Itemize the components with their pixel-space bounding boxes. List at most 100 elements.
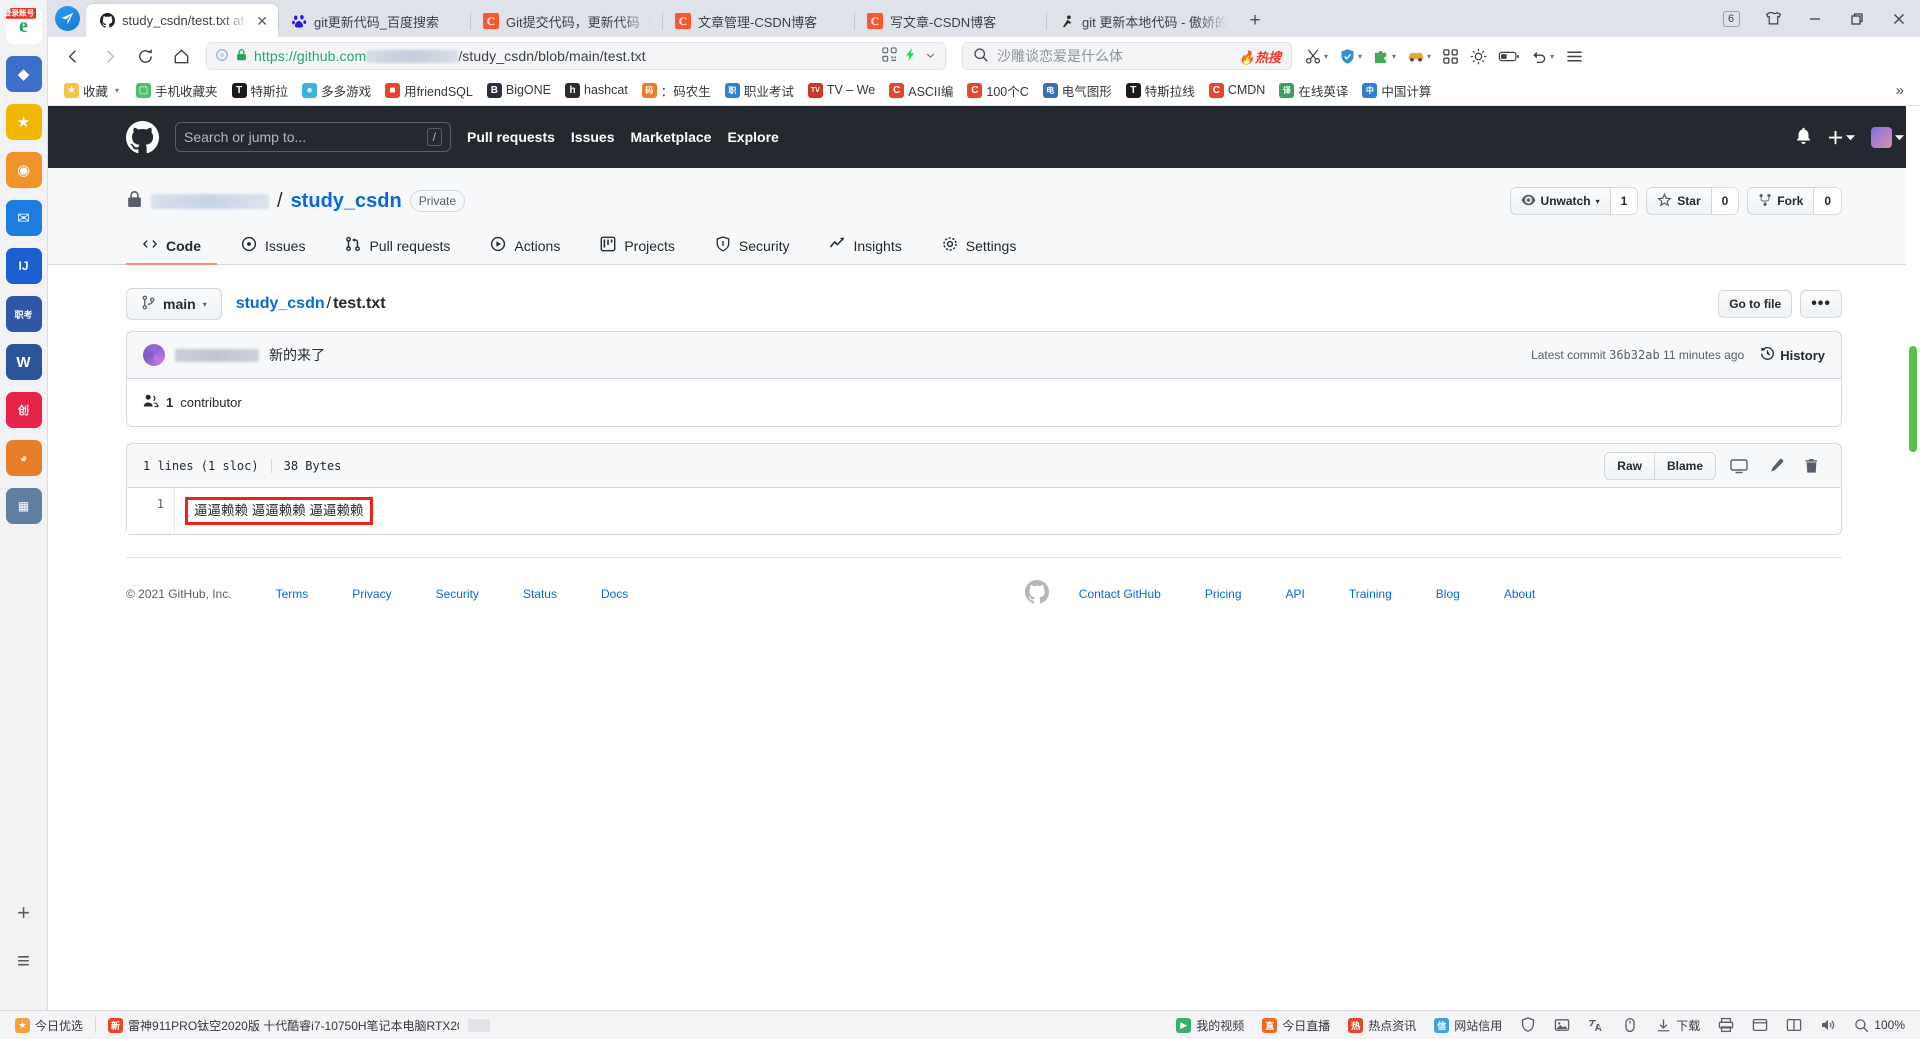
taskbar-mouse-gesture[interactable] (1613, 1017, 1647, 1033)
dock-item-mail[interactable]: ✉ (5, 200, 42, 236)
bell-icon[interactable] (1795, 127, 1812, 147)
dock-item-word[interactable]: W (5, 344, 42, 380)
bookmark-item-14[interactable]: C CMDN (1203, 80, 1272, 101)
close-icon[interactable]: ✕ (256, 14, 268, 28)
browser-logo[interactable] (48, 0, 86, 37)
taskbar-shield[interactable] (1511, 1017, 1545, 1033)
nav-issues[interactable]: Issues (571, 129, 615, 145)
taskbar-zoom-level[interactable]: 100% (1845, 1018, 1914, 1033)
history-link[interactable]: History (1760, 346, 1825, 364)
footer-link-api[interactable]: API (1286, 587, 1305, 601)
browser-tab-1[interactable]: git更新代码_百度搜索 (278, 5, 470, 37)
menu-icon[interactable] (1560, 41, 1589, 71)
bookmark-item-6[interactable]: h hashcat (559, 80, 634, 101)
dock-item-intellij[interactable]: IJ (5, 248, 42, 284)
raw-button[interactable]: Raw (1605, 453, 1654, 479)
footer-link-security[interactable]: Security (436, 587, 479, 601)
tab-issues[interactable]: Issues (225, 228, 321, 265)
footer-link-contact[interactable]: Contact GitHub (1079, 587, 1161, 601)
tab-projects[interactable]: Projects (584, 228, 691, 265)
browser-tab-3[interactable]: C 文章管理-CSDN博客 (662, 5, 854, 37)
delete-trash-icon[interactable] (1798, 456, 1825, 476)
taskbar-translate[interactable] (1579, 1017, 1613, 1033)
fork-count[interactable]: 0 (1814, 187, 1842, 215)
reload-button[interactable] (128, 41, 162, 71)
scrollbar-thumb[interactable] (1909, 346, 1917, 452)
tab-pull-requests[interactable]: Pull requests (329, 228, 466, 265)
commit-message[interactable]: 新的来了 (269, 345, 325, 365)
taskbar-today-picks[interactable]: ★ 今日优选 (6, 1017, 92, 1034)
taskbar-hot-news[interactable]: 热 热点资讯 (1339, 1017, 1425, 1034)
commit-sha[interactable]: 36b32ab (1609, 348, 1660, 362)
tab-insights[interactable]: Insights (813, 228, 917, 265)
bookmark-item-16[interactable]: 中 中国计算 (1356, 78, 1437, 103)
search-input[interactable]: 沙雕谈恋爱是什么体 (997, 46, 1231, 66)
nav-marketplace[interactable]: Marketplace (631, 129, 712, 145)
dock-item-xiaohongshu[interactable]: 创 (5, 392, 42, 428)
unwatch-button[interactable]: Unwatch ▾ (1509, 187, 1611, 215)
dock-item-app-icon[interactable]: ◆ (5, 56, 42, 92)
qr-icon[interactable] (882, 47, 897, 65)
edit-pencil-icon[interactable] (1762, 456, 1790, 476)
bookmark-item-10[interactable]: C ASCII编 (883, 78, 959, 103)
footer-link-terms[interactable]: Terms (276, 587, 309, 601)
avatar[interactable] (143, 344, 165, 366)
star-count[interactable]: 0 (1711, 187, 1740, 215)
plus-icon[interactable] (1828, 130, 1855, 145)
forward-button[interactable] (92, 41, 126, 71)
go-to-file-button[interactable]: Go to file (1718, 290, 1793, 318)
dock-item-favorites[interactable]: ★ (5, 104, 42, 140)
dock-item-edge-icon[interactable]: e 登录账号 (5, 8, 42, 44)
footer-link-blog[interactable]: Blog (1436, 587, 1460, 601)
page-info-icon[interactable] (215, 48, 229, 65)
github-logo-icon[interactable] (126, 120, 159, 154)
bookmark-item-4[interactable]: ■ 用friendSQL (379, 78, 479, 103)
tab-count-badge[interactable]: 6 (1710, 0, 1752, 37)
blame-button[interactable]: Blame (1653, 452, 1715, 479)
fork-button[interactable]: Fork (1747, 187, 1815, 215)
shield-icon[interactable]: ▾ (1334, 41, 1367, 71)
taskbar-download[interactable]: 下载 (1647, 1017, 1709, 1034)
star-button[interactable]: Star (1646, 187, 1712, 215)
skin-icon[interactable] (1752, 0, 1794, 37)
home-button[interactable] (164, 41, 198, 71)
battery-icon[interactable] (1493, 41, 1525, 71)
footer-link-pricing[interactable]: Pricing (1205, 587, 1242, 601)
footer-link-status[interactable]: Status (523, 587, 557, 601)
tab-code[interactable]: Code (126, 228, 217, 265)
browser-tab-5[interactable]: git 更新本地代码 - 傲娇的 (1046, 5, 1238, 37)
minimize-button[interactable] (1794, 0, 1836, 37)
bookmark-item-15[interactable]: 译 在线英译 (1273, 78, 1354, 103)
dock-list-button[interactable]: ≡ (6, 943, 42, 979)
back-button[interactable] (56, 41, 90, 71)
undo-icon[interactable]: ▾ (1526, 41, 1559, 71)
taskbar-news-ticker[interactable]: 新 雷神911PRO钛空2020版 十代酷睿i7-10750H笔记本电脑RTX2… (99, 1017, 459, 1034)
bookmark-item-9[interactable]: TV TV – We (802, 80, 881, 101)
bookmark-item-2[interactable]: T 特斯拉 (226, 78, 295, 103)
open-in-desktop-icon[interactable] (1724, 456, 1754, 476)
nav-explore[interactable]: Explore (727, 129, 778, 145)
bookmark-item-13[interactable]: T 特斯拉线 (1120, 78, 1201, 103)
chevron-down-icon[interactable] (924, 49, 937, 64)
car-icon[interactable]: ▾ (1402, 41, 1436, 71)
apps-grid-icon[interactable] (1437, 41, 1464, 71)
dock-item-game[interactable]: ◕ (5, 440, 42, 476)
watch-count[interactable]: 1 (1610, 187, 1639, 215)
dock-item-exam[interactable]: 职考 (5, 296, 42, 332)
taskbar-split-view[interactable] (1777, 1017, 1811, 1033)
repository-name[interactable]: study_csdn (291, 190, 402, 213)
dock-item-photo[interactable]: ▦ (5, 488, 42, 524)
footer-link-training[interactable]: Training (1349, 587, 1392, 601)
bookmark-item-1[interactable]: ▢ 手机收藏夹 (130, 78, 224, 103)
tab-settings[interactable]: Settings (926, 228, 1033, 265)
tab-security[interactable]: Security (699, 228, 806, 265)
bookmark-item-3[interactable]: ● 多多游戏 (296, 78, 377, 103)
dock-item-weibo[interactable]: ◉ (5, 152, 42, 188)
more-options-button[interactable]: ••• (1800, 290, 1842, 318)
browser-tab-0[interactable]: study_csdn/test.txt at m ✕ (86, 4, 278, 37)
lightning-icon[interactable] (903, 47, 918, 65)
footer-link-privacy[interactable]: Privacy (352, 587, 391, 601)
page-scrollbar[interactable] (1906, 106, 1920, 809)
bookmarks-overflow-button[interactable]: » (1890, 82, 1910, 99)
address-bar[interactable]: https://github.com/study_csdn/blob/main/… (206, 42, 946, 70)
